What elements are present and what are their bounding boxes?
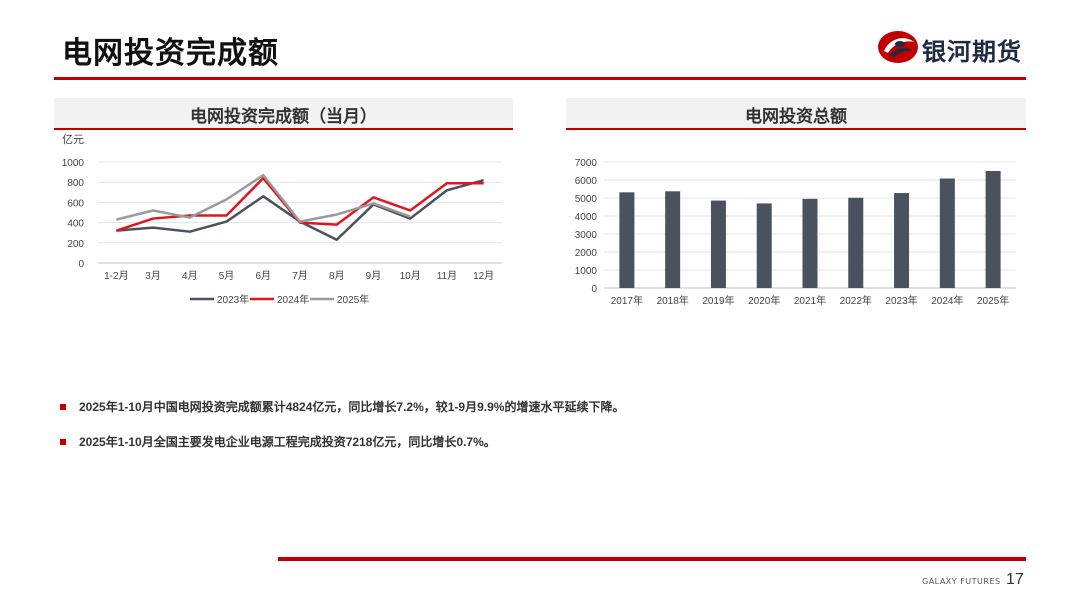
galaxy-logo-icon [878,31,918,63]
bar-chart-svg: 0 1000 2000 3000 4000 5000 6000 7000 2017年 2018年 2… [575,158,1016,307]
bullet-item: 2025年1-10月全国主要发电企业电源工程完成投资7218亿元，同比增长0.7… [60,433,1020,451]
y-axis-unit: 亿元 [62,133,84,146]
x-tick-label: 2022年 [840,294,872,307]
x-tick-label: 5月 [219,270,235,282]
x-tick-label: 2024年 [931,294,963,307]
bar [848,197,864,288]
series-line [116,178,484,242]
legend-label: 2024年 [277,293,309,306]
header-divider [54,77,1026,80]
page-title: 电网投资完成额 [62,37,279,70]
bullet-marker [60,439,66,445]
monthly-investment-chart: 电网投资完成额（当月） 亿元 0 200 400 600 800 1000 1-2月 3月 4月 5… [54,98,513,318]
company-logo: 银河期货 [876,29,1026,66]
x-tick-label: 12月 [473,270,494,282]
y-tick-label: 800 [67,178,84,189]
x-tick-label: 3月 [145,270,161,282]
x-tick-label: 2019年 [702,294,734,307]
bullet-list: 2025年1-10月中国电网投资完成额累计4824亿元，同比增长7.2%，较1-… [60,398,1020,468]
x-tick-label: 2025年 [977,294,1009,307]
y-tick-label: 400 [67,219,84,230]
bullet-text: 2025年1-10月全国主要发电企业电源工程完成投资7218亿元，同比增长0.7… [79,435,496,449]
x-tick-label: 11月 [437,270,457,282]
y-tick-label: 0 [591,284,597,295]
y-tick-label: 3000 [575,230,598,241]
y-tick-label: 2000 [575,248,598,259]
legend-label: 2023年 [217,293,249,306]
x-tick-label: 9月 [366,270,382,282]
y-tick-label: 4000 [575,212,598,223]
y-tick-label: 0 [78,259,84,270]
x-tick-label: 2018年 [657,294,689,307]
x-tick-label: 6月 [255,270,271,282]
x-tick-label: 2023年 [885,294,917,307]
bar [939,178,955,288]
bullet-item: 2025年1-10月中国电网投资完成额累计4824亿元，同比增长7.2%，较1-… [60,398,1020,416]
bar [802,198,818,288]
bar [894,193,910,288]
logo-text: 银河期货 [922,39,1022,66]
x-tick-label: 4月 [182,270,198,282]
y-tick-label: 1000 [575,266,598,277]
y-tick-label: 7000 [575,158,598,169]
page-number: 17 [1006,571,1024,588]
y-tick-label: 1000 [62,158,85,169]
bar [619,192,635,288]
x-tick-label: 8月 [329,270,345,282]
bar [665,191,681,288]
bullet-marker [60,404,66,410]
total-investment-chart: 电网投资总额 0 1000 2000 3000 4000 5000 6000 7000 2017… [566,98,1026,318]
x-tick-label: 7月 [292,270,308,282]
y-tick-label: 5000 [575,194,598,205]
x-tick-label: 2017年 [611,294,643,307]
bullet-text: 2025年1-10月中国电网投资完成额累计4824亿元，同比增长7.2%，较1-… [79,400,625,414]
x-tick-label: 2020年 [748,294,780,307]
y-tick-label: 600 [67,198,84,209]
y-tick-label: 6000 [575,176,598,187]
footer-brand: GALAXY FUTURES [922,577,1001,586]
bar [710,200,726,288]
line-chart-svg: 亿元 0 200 400 600 800 1000 1-2月 3月 4月 5月 6月 7月 8月 9月 10月… [62,133,502,306]
legend-label: 2025年 [337,293,369,306]
y-tick-label: 200 [67,239,84,250]
bar [985,171,1001,288]
footer-divider [278,557,1026,561]
x-tick-label: 1-2月 [104,270,128,282]
x-tick-label: 10月 [400,270,421,282]
bar [756,203,772,288]
x-tick-label: 2021年 [794,294,826,307]
